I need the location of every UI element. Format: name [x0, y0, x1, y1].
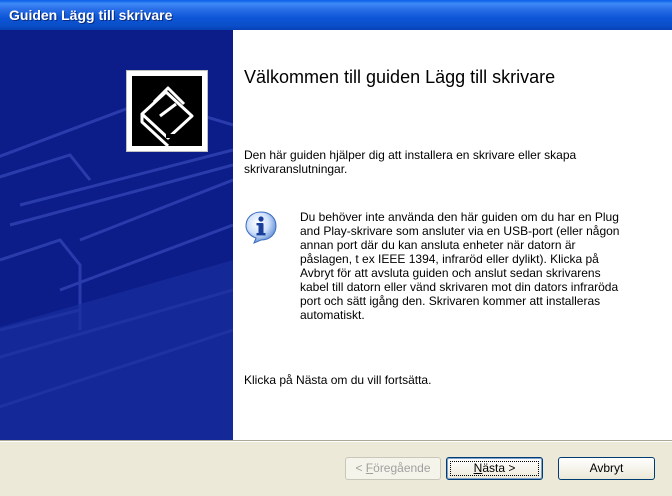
title-bar[interactable]: Guiden Lägg till skrivare [0, 0, 672, 30]
cancel-button-label: Avbryt [589, 461, 624, 475]
page-title: Välkommen till guiden Lägg till skrivare [244, 67, 556, 87]
info-text: Du behöver inte använda den här guiden o… [300, 210, 620, 322]
info-icon [245, 211, 277, 244]
back-button[interactable]: < Föregående [345, 457, 441, 480]
continue-text: Klicka på Nästa om du vill fortsätta. [244, 373, 432, 387]
back-button-label: öregående [373, 461, 431, 475]
window-title: Guiden Lägg till skrivare [9, 7, 173, 23]
button-divider [0, 440, 672, 442]
next-button[interactable]: Nästa > [446, 457, 543, 480]
intro-text: Den här guiden hjälper dig att installer… [244, 148, 577, 176]
wizard-banner [0, 30, 233, 440]
printer-wizard-icon [126, 70, 208, 152]
wizard-content: Välkommen till guiden Lägg till skrivare… [233, 30, 672, 440]
focus-rectangle [450, 461, 539, 476]
add-printer-wizard-window: Guiden Lägg till skrivare Välkommen till… [0, 0, 672, 496]
cancel-button[interactable]: Avbryt [558, 457, 655, 480]
back-button-prefix: < [355, 461, 366, 475]
